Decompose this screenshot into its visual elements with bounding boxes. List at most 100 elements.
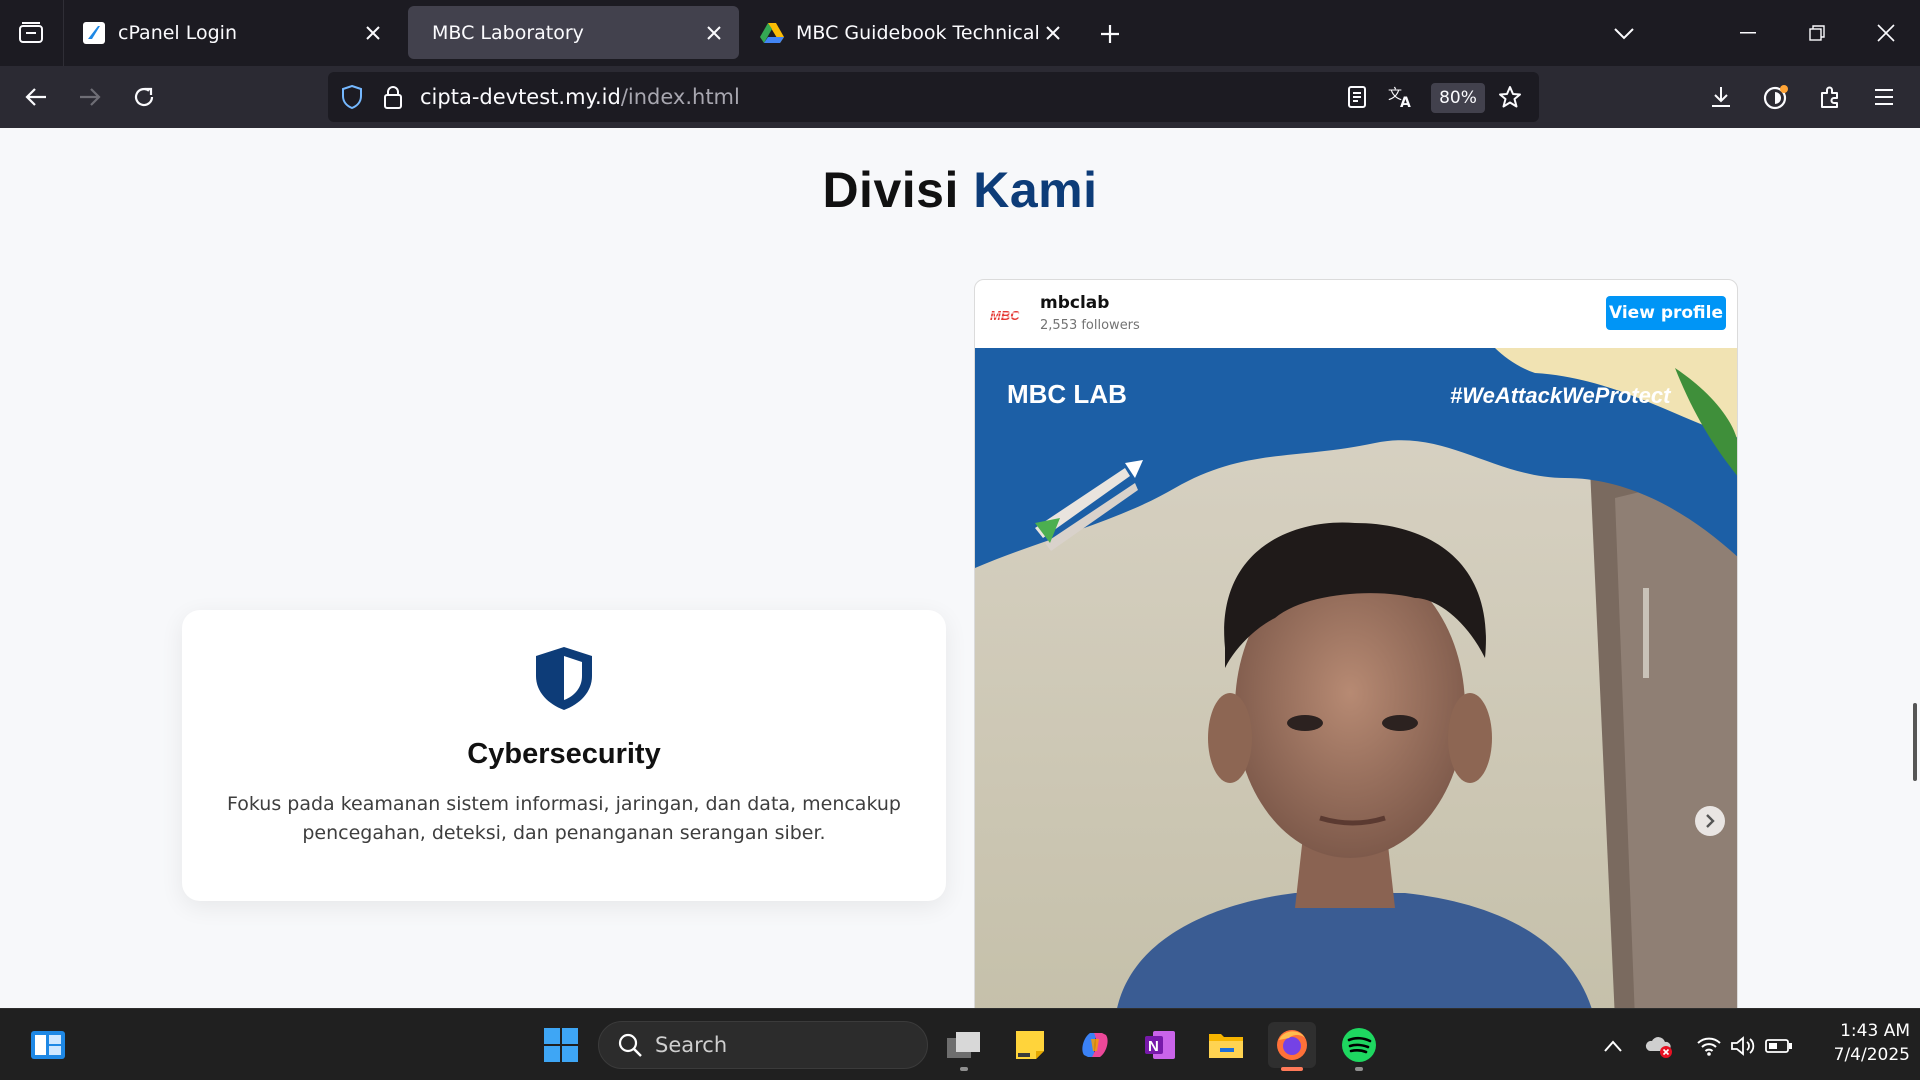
task-view-icon: [947, 1032, 980, 1058]
show-hidden-icons-button[interactable]: [1598, 1031, 1628, 1061]
instagram-embed-header: MBC mbclab 2,553 followers View profile: [975, 280, 1737, 348]
google-drive-icon: [760, 21, 784, 45]
tab-title: cPanel Login: [118, 21, 238, 44]
svg-text:N: N: [1148, 1038, 1159, 1055]
onenote-button[interactable]: N: [1136, 1022, 1184, 1068]
wifi-icon[interactable]: [1694, 1031, 1724, 1061]
tab-title: MBC Guidebook Technical Test 2: [796, 21, 1038, 44]
tab-cpanel-login[interactable]: cPanel Login: [70, 6, 398, 59]
lock-icon[interactable]: [378, 82, 408, 112]
tab-mbc-laboratory[interactable]: MBC Laboratory: [408, 6, 739, 59]
firefox-account-icon: [1763, 85, 1788, 110]
instagram-embed: MBC mbclab 2,553 followers View profile: [974, 279, 1738, 1008]
onedrive-status-icon[interactable]: [1645, 1031, 1675, 1061]
forward-button[interactable]: [72, 79, 108, 115]
app-menu-button[interactable]: [1866, 79, 1902, 115]
hamburger-menu-icon: [1875, 89, 1893, 105]
spotify-button[interactable]: [1335, 1022, 1383, 1071]
downloads-button[interactable]: [1703, 79, 1739, 115]
chevron-down-icon: [1614, 28, 1634, 40]
list-all-tabs-button[interactable]: [1608, 18, 1640, 50]
windows-logo-icon: [544, 1028, 578, 1062]
instagram-followers: 2,553 followers: [1040, 318, 1140, 333]
back-button[interactable]: [18, 79, 54, 115]
browser-navigation-bar: cipta-devtest.my.id/index.html 文A 80%: [0, 66, 1920, 128]
download-icon: [1712, 87, 1730, 107]
card-title: Cybersecurity: [467, 738, 661, 770]
tab-close-icon[interactable]: [358, 18, 388, 48]
tab-mbc-guidebook[interactable]: MBC Guidebook Technical Test 2: [748, 6, 1078, 59]
firefox-view-button[interactable]: [14, 18, 48, 48]
arrow-left-icon: [25, 88, 46, 106]
firefox-taskbar-button[interactable]: [1268, 1022, 1316, 1071]
clock-time: 1:43 AM: [1840, 1021, 1910, 1041]
start-button[interactable]: [537, 1022, 585, 1068]
heading-accent-text: Kami: [973, 162, 1098, 218]
card-description: Fokus pada keamanan sistem informasi, ja…: [227, 793, 901, 844]
taskbar-search-box[interactable]: Search: [598, 1021, 928, 1069]
file-explorer-button[interactable]: [1202, 1022, 1250, 1068]
view-profile-button[interactable]: View profile: [1606, 296, 1726, 330]
chevron-right-icon: [1706, 814, 1715, 828]
restore-icon: [1809, 25, 1825, 41]
minimize-icon: [1740, 32, 1756, 34]
battery-icon[interactable]: [1764, 1031, 1794, 1061]
task-view-button[interactable]: [940, 1022, 988, 1071]
copilot-button[interactable]: [1071, 1022, 1119, 1068]
url-text[interactable]: cipta-devtest.my.id/index.html: [420, 85, 740, 109]
clock-date: 7/4/2025: [1833, 1045, 1910, 1065]
close-icon: [1877, 24, 1895, 42]
svg-text:MBC: MBC: [990, 308, 1020, 323]
zoom-level-badge[interactable]: 80%: [1431, 83, 1485, 113]
search-icon: [618, 1033, 642, 1057]
shield-icon: [536, 647, 592, 710]
windows-taskbar: Search N 1:43 AM 7/4/2025: [0, 1008, 1920, 1080]
copilot-icon: [1082, 1033, 1108, 1057]
volume-icon[interactable]: [1728, 1031, 1758, 1061]
onenote-icon: N: [1145, 1031, 1175, 1059]
taskbar-clock[interactable]: 1:43 AM 7/4/2025: [1800, 1019, 1910, 1067]
post-brand-text: MBC LAB: [1007, 379, 1127, 409]
translate-icon[interactable]: 文A: [1386, 82, 1416, 112]
puzzle-icon: [1821, 86, 1838, 108]
extensions-button[interactable]: [1812, 79, 1848, 115]
reload-button[interactable]: [126, 79, 162, 115]
address-bar[interactable]: cipta-devtest.my.id/index.html 文A 80%: [328, 72, 1539, 122]
running-indicator: [1355, 1067, 1363, 1071]
tabbar-separator: [63, 0, 64, 66]
sticky-notes-button[interactable]: [1006, 1022, 1054, 1068]
widgets-button[interactable]: [24, 1022, 72, 1068]
tab-close-icon[interactable]: [699, 18, 729, 48]
section-heading: Divisi Kami: [0, 161, 1920, 219]
account-button[interactable]: [1758, 79, 1794, 115]
browser-tab-bar: cPanel Login MBC Laboratory MBC Guideboo…: [0, 0, 1920, 66]
running-indicator: [960, 1067, 968, 1071]
firefox-icon: [1277, 1030, 1307, 1060]
spotify-icon: [1342, 1028, 1376, 1062]
chevron-up-icon: [1604, 1040, 1622, 1052]
arrow-right-icon: [80, 88, 101, 106]
instagram-username[interactable]: mbclab: [1040, 293, 1109, 313]
tracking-protection-shield-icon[interactable]: [337, 82, 367, 112]
minimize-button[interactable]: [1728, 14, 1768, 52]
division-card-cybersecurity: Cybersecurity Fokus pada keamanan sistem…: [182, 610, 946, 901]
tab-title: MBC Laboratory: [432, 21, 584, 44]
new-tab-button[interactable]: [1094, 18, 1126, 50]
mbc-avatar-logo[interactable]: MBC: [989, 296, 1027, 334]
restore-button[interactable]: [1797, 14, 1837, 52]
page-scrollbar[interactable]: [1913, 703, 1917, 781]
folder-icon: [1209, 1034, 1243, 1058]
heading-main-text: Divisi: [822, 162, 959, 218]
instagram-post-image[interactable]: MBC LAB #WeAttackWeProtect: [975, 348, 1737, 1008]
bookmark-star-icon[interactable]: [1495, 82, 1525, 112]
sticky-notes-icon: [1016, 1031, 1044, 1059]
reader-view-icon[interactable]: [1342, 82, 1372, 112]
active-indicator: [1281, 1067, 1303, 1071]
close-window-button[interactable]: [1866, 14, 1906, 52]
tab-close-icon[interactable]: [1038, 18, 1068, 48]
reload-icon: [134, 87, 154, 107]
widgets-icon: [31, 1031, 65, 1059]
carousel-next-button[interactable]: [1695, 806, 1725, 836]
svg-text:A: A: [1400, 95, 1411, 109]
tab-list-icon: [19, 22, 43, 43]
